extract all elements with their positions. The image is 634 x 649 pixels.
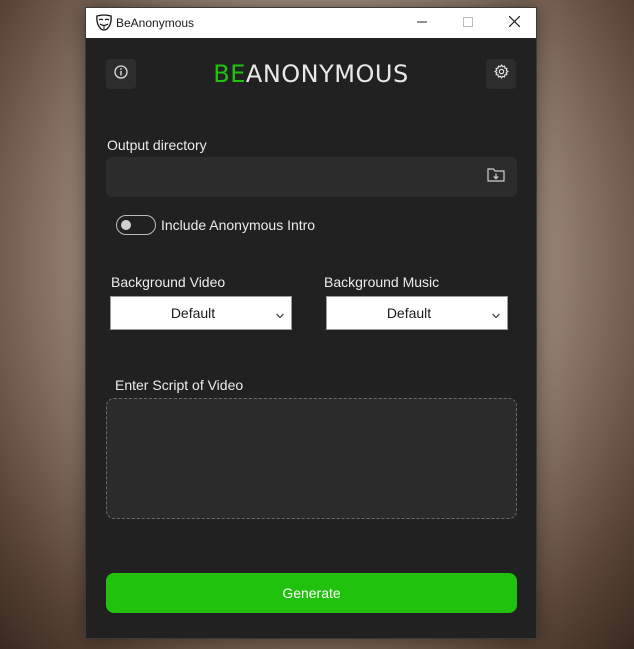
background-music-label: Background Music xyxy=(324,274,440,290)
output-directory-field[interactable] xyxy=(106,157,517,197)
logo-rest: ANONYMOUS xyxy=(245,60,409,88)
logo-prefix: BE xyxy=(213,60,246,88)
maximize-button[interactable] xyxy=(445,8,491,38)
close-button[interactable] xyxy=(491,8,537,38)
app-window: BeAnonymous BEANONYMOUS Output directory… xyxy=(85,7,537,639)
output-directory-input[interactable] xyxy=(106,157,476,197)
include-intro-label: Include Anonymous Intro xyxy=(161,217,316,233)
chevron-down-icon xyxy=(275,308,285,319)
background-video-label: Background Video xyxy=(111,274,226,290)
minimize-icon xyxy=(417,14,427,32)
toggle-knob xyxy=(121,219,131,230)
background-music-value: Default xyxy=(386,305,432,321)
output-directory-label: Output directory xyxy=(107,137,207,153)
app-logo: BEANONYMOUS xyxy=(86,58,536,90)
maximize-icon xyxy=(463,14,473,32)
script-textarea[interactable] xyxy=(107,399,516,518)
include-intro-toggle[interactable] xyxy=(116,215,156,235)
folder-download-icon xyxy=(487,167,505,188)
title-bar[interactable]: BeAnonymous xyxy=(86,8,536,38)
browse-folder-button[interactable] xyxy=(484,165,508,189)
background-music-select[interactable]: Default xyxy=(326,296,508,330)
background-video-select[interactable]: Default xyxy=(110,296,292,330)
gear-icon xyxy=(493,64,509,84)
anonymous-mask-icon xyxy=(95,14,113,32)
close-icon xyxy=(508,14,520,32)
minimize-button[interactable] xyxy=(399,8,445,38)
chevron-down-icon xyxy=(491,308,501,319)
window-title: BeAnonymous xyxy=(116,16,195,30)
background-video-value: Default xyxy=(170,305,216,321)
settings-button[interactable] xyxy=(486,59,516,89)
script-label: Enter Script of Video xyxy=(115,377,244,393)
script-dropzone[interactable] xyxy=(106,398,517,519)
generate-button[interactable]: Generate xyxy=(106,573,517,613)
